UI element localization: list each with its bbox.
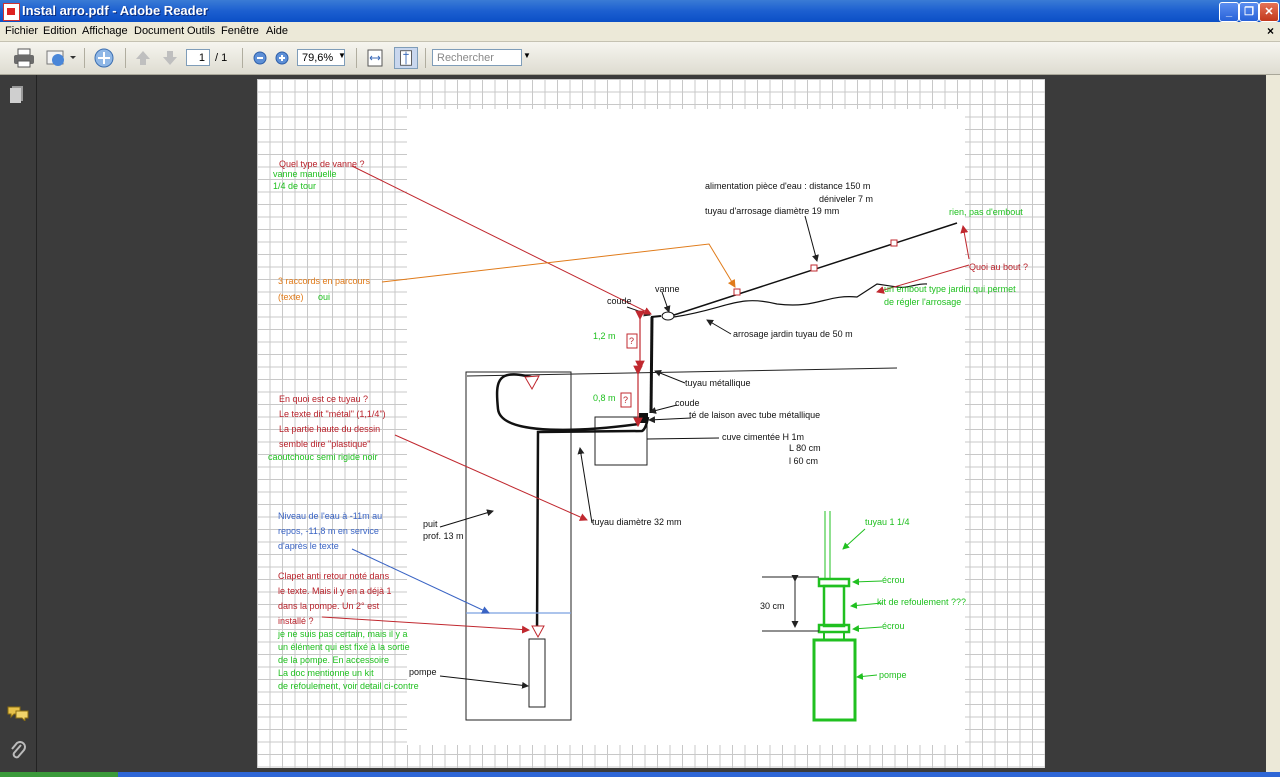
toolbar-separator xyxy=(125,48,126,68)
note-raccords: 3 raccords en parcours xyxy=(278,276,371,286)
next-page-icon[interactable] xyxy=(160,47,180,69)
page-total: / 1 xyxy=(215,52,228,64)
vertical-scrollbar[interactable] xyxy=(1266,75,1280,772)
minimize-button[interactable]: _ xyxy=(1219,2,1239,22)
taskbar-strip xyxy=(0,772,1280,777)
menu-fichier[interactable]: Fichier xyxy=(5,25,38,37)
note-reponse-1: je ne suis pas certain, mais il y a xyxy=(278,629,408,639)
pdf-page: Quel type de vanne ? vanne manuelle 1/4 … xyxy=(257,79,1045,768)
restore-button[interactable]: ❐ xyxy=(1239,2,1259,22)
attachments-paperclip-icon[interactable] xyxy=(9,741,27,763)
label-question-2: ? xyxy=(623,395,629,405)
label-tuyau-metallique: tuyau métallique xyxy=(685,378,751,388)
note-reponse-4: La doc mentionne un kit xyxy=(278,668,374,678)
start-button[interactable] xyxy=(0,772,118,777)
menu-outils[interactable]: Outils xyxy=(187,25,215,37)
label-cuve-largeur: l 60 cm xyxy=(789,456,819,466)
note-oui: oui xyxy=(318,292,331,302)
note-reponse-5: de refoulement, voir detail ci-contre xyxy=(278,681,419,691)
label-tuyau-32mm: tuyau diamètre 32 mm xyxy=(592,517,682,527)
menu-aide[interactable]: Aide xyxy=(266,25,288,37)
label-te-liaison: té de laison avec tube métallique xyxy=(689,410,821,420)
zoom-in-icon[interactable] xyxy=(273,47,291,69)
label-embout-2: de régler l'arrosage xyxy=(884,297,962,307)
label-profondeur: prof. 13 m xyxy=(423,531,464,541)
label-coude-2: coude xyxy=(675,398,700,408)
note-reponse-3: de la pompe. En accessoire xyxy=(278,655,390,665)
note-answer-vanne-2: 1/4 de tour xyxy=(273,181,317,191)
note-reponse-2: un élément qui est fixé à la sortie xyxy=(278,642,410,652)
toolbar-separator xyxy=(242,48,243,68)
note-answer-vanne-1: vanne manuelle xyxy=(273,169,337,179)
note-texte: (texte) xyxy=(278,292,304,302)
label-cuve: cuve cimentée H 1m xyxy=(722,432,805,442)
label-arrosage-jardin: arrosage jardin tuyau de 50 m xyxy=(733,329,853,339)
label-ecrou-2: écrou xyxy=(882,621,905,631)
label-cuve-longueur: L 80 cm xyxy=(789,443,821,453)
label-alimentation: alimentation pièce d'eau : distance 150 … xyxy=(705,181,871,191)
menu-document[interactable]: Document xyxy=(134,25,184,37)
collaborate-icon[interactable] xyxy=(92,47,116,69)
note-semble-plastique: semble dire "plastique" xyxy=(279,439,371,449)
label-rien-embout: rien, pas d'embout xyxy=(949,207,1023,217)
menu-edition[interactable]: Edition xyxy=(43,25,77,37)
note-clapet-3: dans la pompe. Un 2° est xyxy=(278,601,380,611)
menu-fenetre[interactable]: Fenêtre xyxy=(221,25,259,37)
note-partie-haute: La partie haute du dessin xyxy=(279,424,381,434)
note-niveau-2: repos, -11,8 m en service xyxy=(278,526,379,536)
label-hauteur-1-2: 1,2 m xyxy=(593,331,616,341)
search-input[interactable]: Rechercher xyxy=(432,49,522,66)
toolbar-separator xyxy=(356,48,357,68)
label-embout-1: un embout type jardin qui permet xyxy=(884,284,1016,294)
label-question-1: ? xyxy=(629,336,635,346)
toolbar-separator xyxy=(84,48,85,68)
label-kit-refoulement: kit de refoulement ??? xyxy=(877,597,967,607)
close-document-button[interactable]: × xyxy=(1267,24,1274,38)
previous-page-icon[interactable] xyxy=(133,47,153,69)
note-niveau-1: Niveau de l'eau à -11m au xyxy=(278,511,383,521)
label-puit: puit xyxy=(423,519,438,529)
window-title: Instal arro.pdf - Adobe Reader xyxy=(22,3,208,18)
search-options-chevron-icon[interactable]: ▼ xyxy=(523,51,531,60)
note-texte-metal: Le texte dit "métal" (1,1/4") xyxy=(279,409,386,419)
label-30cm: 30 cm xyxy=(760,601,785,611)
chevron-down-icon[interactable]: ▼ xyxy=(338,51,346,60)
close-button[interactable]: ✕ xyxy=(1259,2,1279,22)
adobe-reader-icon xyxy=(3,3,20,21)
menu-affichage[interactable]: Affichage xyxy=(82,25,128,37)
label-tuyau-1-1-4: tuyau 1 1/4 xyxy=(865,517,910,527)
title-bar: Instal arro.pdf - Adobe Reader _ ❐ ✕ xyxy=(0,0,1280,22)
menu-bar: Fichier Edition Affichage Document Outil… xyxy=(0,22,1280,42)
fit-page-icon[interactable] xyxy=(394,47,418,69)
label-tuyau-arrosage: tuyau d'arrosage diamètre 19 mm xyxy=(705,206,840,216)
share-mail-icon[interactable] xyxy=(44,47,76,69)
page-number-input[interactable]: 1 xyxy=(186,49,210,66)
comments-panel-icon[interactable] xyxy=(7,705,29,721)
note-clapet-2: le texte. Mais il y en a déjà 1 xyxy=(278,586,392,596)
label-deniveler: déniveler 7 m xyxy=(819,194,874,204)
note-caoutchouc: caoutchouc semi rigide noir xyxy=(268,452,378,462)
pages-panel-icon[interactable] xyxy=(9,85,25,105)
toolbar-separator xyxy=(425,48,426,68)
fit-width-icon[interactable] xyxy=(364,47,386,69)
note-clapet-4: installé ? xyxy=(278,616,314,626)
navigation-pane xyxy=(0,75,37,772)
label-pompe-detail: pompe xyxy=(879,670,907,680)
label-vanne: vanne xyxy=(655,284,680,294)
label-hauteur-0-8: 0,8 m xyxy=(593,393,616,403)
label-pompe: pompe xyxy=(409,667,437,677)
note-niveau-3: d'après le texte xyxy=(278,541,339,551)
zoom-out-icon[interactable] xyxy=(251,47,269,69)
note-clapet-1: Clapet anti retour noté dans xyxy=(278,571,390,581)
toolbar: 1 / 1 79,6% ▼ Rechercher ▼ xyxy=(0,42,1280,75)
label-coude-1: coude xyxy=(607,296,632,306)
label-ecrou-1: écrou xyxy=(882,575,905,585)
label-quoi-bout: Quoi au bout ? xyxy=(969,262,1029,272)
print-icon[interactable] xyxy=(12,47,36,69)
note-question-tuyau: En quoi est ce tuyau ? xyxy=(279,394,369,404)
